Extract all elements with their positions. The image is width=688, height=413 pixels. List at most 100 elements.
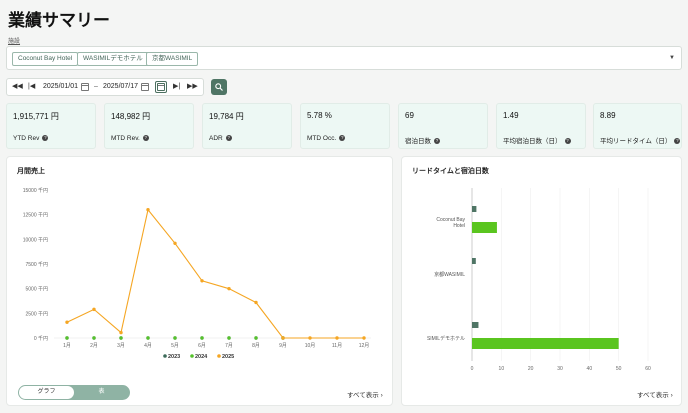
legend-marker (163, 354, 167, 358)
facility-filter-label[interactable]: 施設 (8, 36, 20, 45)
calendar-icon[interactable] (141, 83, 149, 91)
show-all-link[interactable]: すべて表示 › (347, 389, 383, 399)
y-tick-label: 7500 千円 (25, 261, 48, 268)
x-tick-label: 7月 (225, 343, 233, 349)
y-tick-label: 15000 千円 (23, 187, 48, 194)
bar-series-0 (472, 258, 476, 264)
double-chevron-left-icon[interactable]: ◀◀ (12, 82, 23, 90)
data-point-2025 (308, 336, 312, 340)
start-date-input[interactable]: 2025/01/01 (43, 83, 78, 90)
data-point-2025 (254, 300, 258, 305)
help-icon[interactable]: ? (674, 138, 681, 145)
help-icon[interactable]: ? (42, 135, 49, 142)
x-tick-label: 20 (528, 366, 534, 372)
show-all-link[interactable]: すべて表示 › (637, 389, 673, 399)
x-tick-label: 4月 (144, 343, 152, 349)
x-tick-label: 0 (471, 366, 474, 372)
kpi-label-text: YTD Rev (13, 135, 40, 142)
category-label: 京都WASIMIL (434, 271, 465, 278)
data-point-2025 (362, 336, 366, 340)
facility-chip-kyoto-wasimil[interactable]: 京都WASIMIL (146, 52, 199, 66)
x-tick-label: 12月 (359, 343, 370, 349)
skip-back-icon[interactable]: |◀ (28, 82, 35, 90)
data-point-2025 (200, 279, 204, 283)
x-tick-label: 60 (645, 366, 651, 372)
data-point-2025 (173, 241, 177, 245)
monthly-revenue-chart: 0 千円 2500 千円 5000 千円 7500 千円 10000 千円 12500 千… (23, 187, 371, 360)
y-tick-label: 5000 千円 (25, 286, 48, 293)
kpi-value: 5.78 % (307, 111, 332, 120)
toggle-table-option[interactable]: 表 (74, 386, 129, 399)
search-icon (215, 83, 223, 91)
y-tick-label: 10000 千円 (23, 236, 48, 243)
kpi-label: 平均リードタイム（日）? (600, 135, 681, 145)
kpi-value: 1,915,771 円 (13, 112, 59, 121)
category-label: Hotel (453, 223, 465, 229)
caret-down-icon[interactable]: ▼ (669, 55, 675, 61)
legend-label: 2025 (222, 354, 234, 360)
legend-marker (217, 354, 221, 358)
help-icon[interactable]: ? (142, 135, 149, 142)
x-tick-label: 1月 (63, 343, 71, 349)
x-tick-label: 11月 (332, 343, 342, 349)
data-point-2024 (200, 336, 204, 340)
kpi-label-text: 平均宿泊日数（日） (503, 138, 562, 145)
x-tick-label: 10 (499, 366, 505, 372)
facility-select[interactable]: Coconut Bay Hotel WASIMILデモホテル 京都WASIMIL… (6, 46, 682, 70)
kpi-label: 宿泊日数? (405, 135, 440, 145)
lead-time-chart: 0 10 20 30 40 50 60Coconut BayHotel京都WASIMILSI… (427, 188, 651, 372)
x-tick-label: 10月 (305, 343, 316, 349)
data-point-2024 (254, 336, 258, 340)
x-tick-label: 6月 (198, 343, 206, 349)
data-point-2025 (65, 320, 69, 324)
kpi-mtd-occ: 5.78 % MTD Occ.? (300, 103, 390, 149)
data-point-2025 (119, 330, 123, 335)
help-icon[interactable]: ? (225, 135, 232, 142)
kpi-avg-lead-time: 8.89 平均リードタイム（日）? (593, 103, 682, 149)
kpi-value: 8.89 (600, 111, 616, 120)
help-icon[interactable]: ? (339, 135, 346, 142)
bar-series-1 (472, 222, 497, 233)
series-line-2025 (66, 208, 364, 339)
data-point-2025 (146, 208, 150, 212)
facility-chip-coconut-bay[interactable]: Coconut Bay Hotel (12, 52, 79, 66)
x-tick-label: 5月 (171, 343, 179, 349)
help-icon[interactable]: ? (564, 138, 571, 145)
kpi-label: YTD Rev? (13, 135, 49, 142)
kpi-label-text: MTD Occ. (307, 135, 337, 142)
kpi-ytd-rev: 1,915,771 円 YTD Rev? (6, 103, 96, 149)
double-chevron-right-icon[interactable]: ▶▶ (187, 82, 198, 90)
view-toggle[interactable]: グラフ 表 (18, 385, 130, 400)
category-label: SIMILデモホテル (427, 335, 465, 342)
data-point-2024 (173, 336, 177, 340)
skip-forward-icon[interactable]: ▶| (173, 82, 180, 90)
facility-chip-wasimil-demo[interactable]: WASIMILデモホテル (77, 52, 149, 66)
end-date-input[interactable]: 2025/07/17 (103, 83, 138, 90)
calendar-toggle-button[interactable] (155, 81, 167, 93)
kpi-value: 1.49 (503, 111, 519, 120)
kpi-label-text: 平均リードタイム（日） (600, 138, 672, 145)
kpi-value: 148,982 円 (111, 112, 151, 121)
kpi-value: 19,784 円 (209, 112, 244, 121)
toggle-graph-option[interactable]: グラフ (19, 386, 74, 399)
data-point-2024 (227, 336, 231, 340)
calendar-icon (157, 83, 165, 91)
bar-series-0 (472, 206, 477, 212)
data-point-2024 (119, 336, 123, 340)
bar-series-1 (472, 338, 619, 349)
legend-marker (190, 354, 194, 358)
x-tick-label: 3月 (117, 343, 125, 349)
data-point-2024 (65, 336, 69, 340)
help-icon[interactable]: ? (434, 138, 440, 145)
data-point-2025 (227, 286, 231, 291)
page-title: 業績サマリー (8, 11, 110, 30)
kpi-label: MTD Rev.? (111, 135, 149, 142)
kpi-label: MTD Occ.? (307, 135, 346, 142)
data-point-2025 (92, 307, 96, 312)
data-point-2024 (146, 336, 150, 340)
x-tick-label: 50 (616, 366, 622, 372)
x-tick-label: 2月 (90, 343, 98, 349)
search-button[interactable] (211, 79, 227, 95)
bar-series-0 (472, 322, 479, 328)
calendar-icon[interactable] (81, 83, 89, 91)
